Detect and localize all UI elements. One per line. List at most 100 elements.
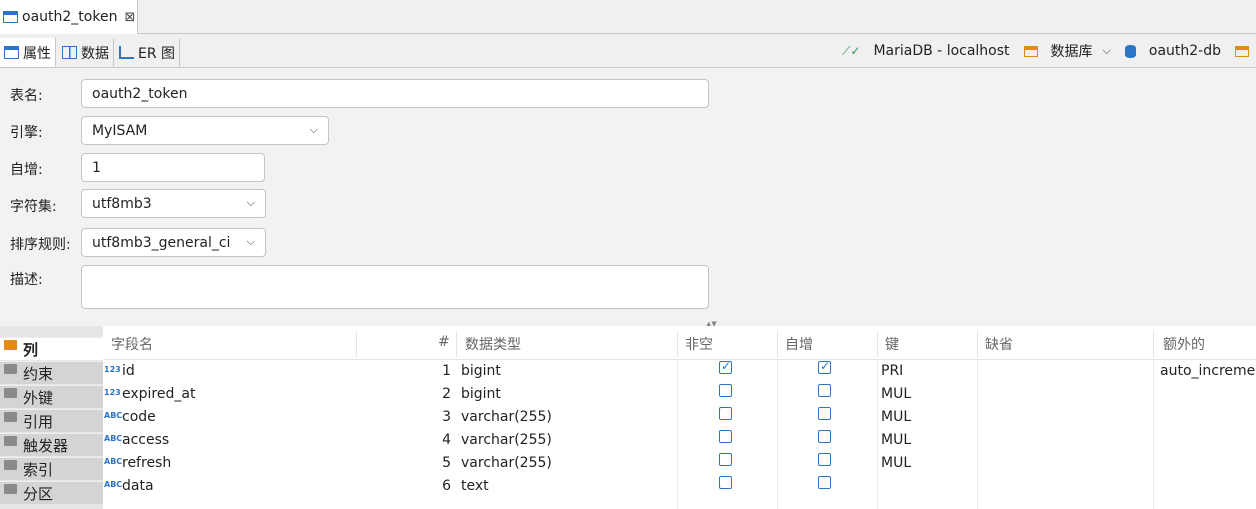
chevron-down-icon[interactable]: ⌵ [1103, 44, 1111, 58]
side-tab-partitions[interactable]: 分区 [0, 481, 103, 504]
collation-value: utf8mb3_general_ci [92, 234, 231, 251]
auto-increment-value: 1 [92, 159, 101, 176]
not-null-checkbox[interactable] [719, 476, 732, 489]
folder-icon [1023, 45, 1038, 57]
tab-properties-label: 属性 [23, 45, 51, 62]
auto-increment-checkbox[interactable] [818, 430, 831, 443]
column-divider [1153, 360, 1154, 509]
header-auto-increment[interactable]: 自增 [785, 334, 813, 354]
cell-field-name[interactable]: expired_at [122, 386, 195, 402]
folder-icon [4, 484, 17, 494]
not-null-checkbox[interactable] [719, 453, 732, 466]
cell-extra: auto_increme [1160, 363, 1256, 379]
side-tab-label: 约束 [23, 364, 54, 383]
cell-field-name[interactable]: refresh [122, 455, 171, 471]
auto-increment-checkbox[interactable] [818, 453, 831, 466]
description-label: 描述: [10, 272, 43, 288]
description-textarea[interactable] [81, 265, 709, 309]
cell-field-name[interactable]: data [122, 478, 154, 494]
folder-icon [4, 436, 17, 446]
auto-increment-checkbox[interactable] [818, 359, 831, 374]
header-divider [777, 331, 778, 357]
tab-er-diagram[interactable]: ER 图 [115, 38, 181, 67]
not-null-checkbox[interactable] [719, 384, 732, 397]
auto-increment-label: 自增: [10, 162, 43, 178]
breadcrumb-databases[interactable]: 数据库 ⌵ [1023, 41, 1111, 61]
engine-label: 引擎: [10, 125, 43, 141]
cell-data-type[interactable]: varchar(255) [461, 409, 552, 425]
cell-ordinal: 4 [442, 432, 451, 448]
side-tab-references[interactable]: 引用 [0, 409, 103, 432]
cell-data-type[interactable]: bigint [461, 363, 501, 379]
connection-label: MariaDB - localhost [873, 43, 1010, 59]
table-name-label: 表名: [10, 88, 43, 104]
database-label: oauth2-db [1148, 43, 1221, 59]
side-tab-triggers[interactable]: 触发器 [0, 433, 103, 456]
text-type-icon: ABC [104, 434, 123, 443]
columns-icon [4, 340, 17, 350]
header-data-type[interactable]: 数据类型 [465, 334, 521, 354]
side-tab-foreign-keys[interactable]: 外键 [0, 385, 103, 408]
not-null-checkbox[interactable] [719, 430, 732, 443]
editor-tab-strip: oauth2_token ⊠ [0, 0, 1256, 34]
auto-increment-input[interactable]: 1 [81, 153, 265, 182]
side-tab-label: 触发器 [23, 436, 69, 455]
header-divider [1153, 331, 1154, 357]
chevron-down-icon: ⌵ [246, 235, 255, 248]
side-tab-indexes[interactable]: 索引 [0, 457, 103, 480]
breadcrumb-tables[interactable] [1235, 45, 1256, 57]
columns-grid: 字段名 # 数据类型 非空 自增 键 缺省 额外的 123 id 1 bigin… [103, 326, 1256, 509]
charset-select[interactable]: utf8mb3 ⌵ [81, 189, 266, 218]
cell-field-name[interactable]: code [122, 409, 156, 425]
header-divider [456, 331, 457, 357]
cell-key: MUL [881, 455, 912, 471]
header-default[interactable]: 缺省 [985, 334, 1013, 354]
folder-icon [1235, 45, 1249, 57]
collation-select[interactable]: utf8mb3_general_ci ⌵ [81, 228, 266, 257]
cell-field-name[interactable]: id [122, 363, 135, 379]
text-type-icon: ABC [104, 457, 123, 466]
editor-tab-oauth2-token[interactable]: oauth2_token ⊠ [0, 0, 138, 34]
auto-increment-checkbox[interactable] [818, 407, 831, 420]
header-key[interactable]: 键 [885, 334, 899, 354]
breadcrumb-connection[interactable]: ⟋✓ MariaDB - localhost [842, 43, 1010, 59]
cell-data-type[interactable]: varchar(255) [461, 432, 552, 448]
header-not-null[interactable]: 非空 [685, 334, 713, 354]
tab-data[interactable]: 数据 [58, 38, 114, 67]
tab-properties[interactable]: 属性 [0, 38, 56, 67]
table-name-input[interactable]: oauth2_token [81, 79, 709, 108]
breadcrumb-database[interactable]: oauth2-db [1124, 43, 1221, 59]
header-divider [977, 331, 978, 357]
not-null-checkbox[interactable] [719, 359, 732, 374]
auto-increment-checkbox[interactable] [818, 384, 831, 397]
databases-label: 数据库 [1050, 44, 1093, 60]
header-ordinal[interactable]: # [438, 334, 450, 350]
charset-value: utf8mb3 [92, 195, 152, 212]
folder-icon [4, 412, 17, 422]
table-icon [3, 11, 18, 23]
header-field-name[interactable]: 字段名 [111, 334, 153, 354]
cell-ordinal: 2 [442, 386, 451, 402]
cell-data-type[interactable]: text [461, 478, 489, 494]
side-tab-label: 索引 [23, 460, 54, 479]
tab-data-label: 数据 [81, 45, 109, 62]
close-icon[interactable]: ⊠ [124, 10, 135, 25]
cell-ordinal: 3 [442, 409, 451, 425]
header-extra[interactable]: 额外的 [1163, 334, 1205, 354]
charset-label: 字符集: [10, 199, 57, 215]
side-tab-label: 引用 [23, 412, 54, 431]
side-tab-constraints[interactable]: 约束 [0, 361, 103, 384]
cell-field-name[interactable]: access [122, 432, 169, 448]
engine-select[interactable]: MyISAM ⌵ [81, 116, 329, 145]
side-tab-columns[interactable]: 列 [0, 337, 103, 360]
cell-ordinal: 1 [442, 363, 451, 379]
auto-increment-checkbox[interactable] [818, 476, 831, 489]
cell-data-type[interactable]: varchar(255) [461, 455, 552, 471]
side-tabs: 列 约束 外键 引用 触发器 索引 分区 [0, 326, 103, 509]
not-null-checkbox[interactable] [719, 407, 732, 420]
cell-data-type[interactable]: bigint [461, 386, 501, 402]
tab-er-label: ER 图 [138, 45, 176, 62]
editor-tab-title: oauth2_token [22, 9, 118, 25]
constraints-icon [4, 364, 17, 374]
chevron-down-icon: ⌵ [246, 196, 255, 209]
